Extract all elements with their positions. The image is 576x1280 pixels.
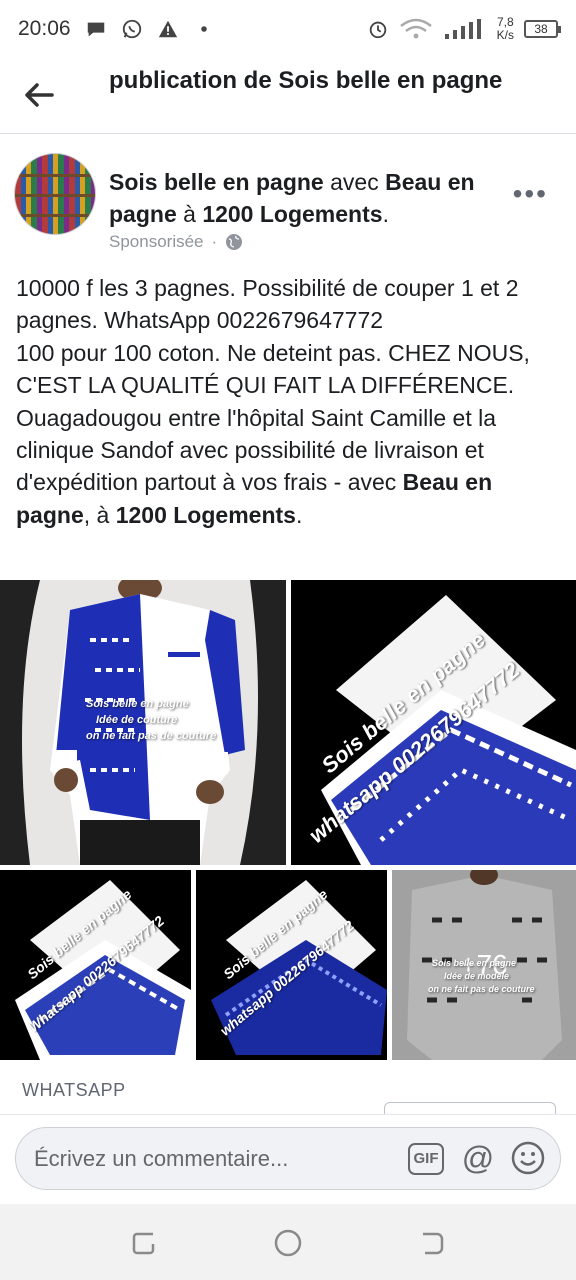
status-bar: 20:06 7,8 K/s 38 (0, 0, 576, 58)
home-icon[interactable] (273, 1228, 303, 1258)
dot-icon (200, 26, 207, 32)
location-link[interactable]: 1200 Logements (116, 502, 296, 528)
warning-icon (158, 20, 177, 38)
network-speed: 7,8 K/s (496, 15, 514, 42)
link-source-label: WHATSAPP (22, 1080, 126, 1100)
recent-apps-icon[interactable] (129, 1228, 159, 1258)
page-name-link[interactable]: Sois belle en pagne (109, 169, 324, 195)
app-header: publication de Sois belle en pagne (0, 58, 576, 134)
post-body-line: 100 pour 100 coton. Ne deteint pas. CHEZ… (16, 339, 530, 399)
globe-icon (226, 234, 243, 250)
back-nav-icon[interactable] (417, 1228, 447, 1258)
mention-button[interactable]: @ (460, 1140, 496, 1176)
messenger-notification-icon (87, 22, 104, 37)
post-photo-more[interactable]: +76 Sois belle en pagne Idée de modèle o… (392, 870, 576, 1060)
status-time: 20:06 (18, 17, 71, 40)
post-body-line: 10000 f les 3 pagnes. Possibilité de cou… (16, 275, 519, 334)
alarm-icon (369, 21, 386, 39)
post-body: 10000 f les 3 pagnes. Possibilité de cou… (16, 272, 564, 531)
whatsapp-notification-icon (122, 19, 141, 39)
sponsored-line: Sponsorisée · (109, 232, 243, 252)
back-arrow-icon[interactable] (22, 80, 54, 110)
signal-icon (444, 19, 481, 39)
location-link[interactable]: 1200 Logements (202, 201, 382, 227)
post-photo-fabric[interactable]: Sois belle en pagne whatsapp 00226796477… (196, 870, 387, 1060)
gif-button[interactable]: GIF (408, 1143, 444, 1175)
more-options-icon[interactable]: ••• (513, 178, 548, 210)
post-photo-shirt[interactable]: Sois belle en pagne Idée de couture on n… (0, 580, 286, 865)
page-avatar[interactable] (14, 153, 96, 235)
page-title: publication de Sois belle en pagne (109, 67, 503, 94)
post-body-line: Ouagadougou entre l'hôpital Saint Camill… (16, 404, 497, 528)
post-photo-fabric[interactable]: Sois belle en pagne whatsapp 00226796477… (291, 580, 576, 865)
watermark-text: Sois belle en pagne (86, 698, 189, 710)
comment-bar: Écrivez un commentaire... GIF @ (0, 1114, 576, 1204)
wifi-icon (399, 18, 432, 39)
sponsored-label: Sponsorisée (109, 232, 204, 251)
emoji-icon[interactable] (510, 1140, 546, 1176)
comment-placeholder: Écrivez un commentaire... (34, 1146, 289, 1171)
battery-indicator: 38 (524, 20, 561, 38)
post-photo-fabric[interactable]: Sois belle en pagne Whatsapp 00226796477… (0, 870, 191, 1060)
watermark-text: Idée de couture (96, 714, 178, 726)
watermark-text: on ne fait pas de couture (428, 984, 535, 994)
comment-input[interactable]: Écrivez un commentaire... GIF @ (15, 1127, 561, 1190)
watermark-text: on ne fait pas de couture (86, 730, 217, 742)
post-author-line: Sois belle en pagne avec Beau en pagne à… (109, 169, 475, 227)
watermark-text: Sois belle en pagne (432, 958, 517, 968)
watermark-text: Idée de modèle (444, 971, 510, 981)
system-nav-bar (0, 1204, 576, 1280)
